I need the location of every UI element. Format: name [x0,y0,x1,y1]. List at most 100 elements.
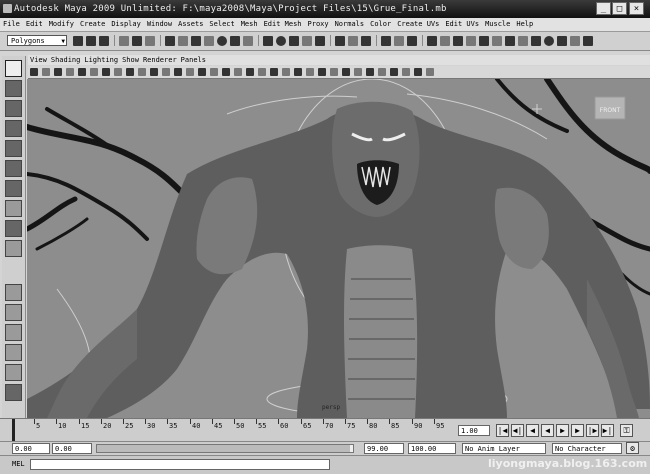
pick-joint-icon[interactable] [178,36,188,46]
pick-dynamics-icon[interactable] [230,36,240,46]
bookmark-icon[interactable] [54,68,62,76]
menu-select[interactable]: Select [206,20,237,28]
textured-icon[interactable] [198,68,206,76]
menu-help[interactable]: Help [513,20,536,28]
pick-surface-icon[interactable] [204,36,214,46]
make-live-icon[interactable] [315,36,325,46]
select-component-icon[interactable] [145,36,155,46]
render-settings-icon[interactable] [407,36,417,46]
ambient-occlusion-icon[interactable] [318,68,326,76]
scale-tool-icon[interactable] [5,160,22,177]
depth-of-field-icon[interactable] [354,68,362,76]
panel-layout-icon[interactable] [466,36,476,46]
snap-view-plane-icon[interactable] [302,36,312,46]
shadows-icon[interactable] [222,68,230,76]
history-icon[interactable] [335,36,345,46]
maximize-button[interactable]: □ [612,2,627,15]
layout-toggle-icon[interactable] [426,68,434,76]
single-perspective-layout-icon[interactable] [5,284,22,301]
layer-editor-icon[interactable] [557,36,567,46]
soft-modification-tool-icon[interactable] [5,200,22,217]
range-slider[interactable] [96,444,354,453]
menu-edit-uvs[interactable]: Edit UVs [442,20,482,28]
universal-manipulator-icon[interactable] [5,180,22,197]
play-forwards-button[interactable]: ▶ [556,424,569,437]
hypershade-layout-icon[interactable] [5,364,22,381]
render-view-icon[interactable] [583,36,593,46]
input-output-icon[interactable] [348,36,358,46]
command-input[interactable] [30,459,330,470]
menu-file[interactable]: File [0,20,23,28]
default-material-icon[interactable] [306,68,314,76]
playback-start-field[interactable]: 0.00 [52,443,92,454]
resolution-gate-icon[interactable] [102,68,110,76]
view-transform-icon[interactable] [414,68,422,76]
select-hierarchy-icon[interactable] [119,36,129,46]
smooth-shade-icon[interactable] [174,68,182,76]
open-scene-icon[interactable] [86,36,96,46]
two-sided-lighting-icon[interactable] [378,68,386,76]
pick-handle-icon[interactable] [165,36,175,46]
menu-create[interactable]: Create [77,20,108,28]
four-view-layout-icon[interactable] [5,304,22,321]
last-used-tool-icon[interactable] [5,240,22,257]
key-icon[interactable]: ⚿ [620,424,633,437]
playback-end-field[interactable]: 99.00 [364,443,404,454]
paint-effects-icon[interactable] [570,36,580,46]
construction-history-icon[interactable] [361,36,371,46]
select-object-icon[interactable] [132,36,142,46]
menu-modify[interactable]: Modify [46,20,77,28]
selection-highlight-icon[interactable] [402,68,410,76]
motion-blur-icon[interactable] [342,68,350,76]
minimize-button[interactable]: _ [596,2,611,15]
show-manipulator-icon[interactable] [5,220,22,237]
step-back-key-button[interactable]: ◀| [511,424,524,437]
viewport-menu-panels[interactable]: Panels [179,56,208,64]
snap-grid-icon[interactable] [263,36,273,46]
go-to-end-button[interactable]: ▶| [601,424,614,437]
uv-editor-icon[interactable] [518,36,528,46]
menu-window[interactable]: Window [144,20,175,28]
backface-culling-icon[interactable] [294,68,302,76]
menu-assets[interactable]: Assets [175,20,206,28]
select-tool-icon[interactable] [5,60,22,77]
menu-edit[interactable]: Edit [23,20,46,28]
play-backwards-button[interactable]: ◀ [541,424,554,437]
new-scene-icon[interactable] [73,36,83,46]
go-to-start-button[interactable]: |◀ [496,424,509,437]
lasso-tool-icon[interactable] [5,80,22,97]
rotate-tool-icon[interactable] [5,140,22,157]
camera-gate-icon[interactable] [366,68,374,76]
menu-muscle[interactable]: Muscle [482,20,513,28]
snap-curve-icon[interactable] [276,36,286,46]
pick-curve-icon[interactable] [191,36,201,46]
pick-deformer-icon[interactable] [217,36,227,46]
menu-create-uvs[interactable]: Create UVs [394,20,442,28]
hypershade-icon[interactable] [492,36,502,46]
anim-layer-dropdown[interactable]: No Anim Layer [462,443,546,454]
xray-icon[interactable] [234,68,242,76]
paint-select-tool-icon[interactable] [5,100,22,117]
multi-sample-icon[interactable] [330,68,338,76]
custom-layout-icon[interactable] [5,384,22,401]
menu-mesh[interactable]: Mesh [238,20,261,28]
current-time-indicator[interactable] [12,419,15,441]
viewport-menu-shading[interactable]: Shading [49,56,83,64]
viewport-menu-lighting[interactable]: Lighting [82,56,120,64]
perspective-viewport[interactable]: FRONT persp [27,79,650,418]
safe-title-icon[interactable] [150,68,158,76]
step-back-frame-button[interactable]: ◀ [526,424,539,437]
flat-lighting-icon[interactable] [390,68,398,76]
show-hide-channel-box-icon[interactable] [453,36,463,46]
current-frame-field[interactable]: 1.00 [458,425,490,436]
wireframe-icon[interactable] [162,68,170,76]
use-all-lights-icon[interactable] [210,68,218,76]
grid-icon[interactable] [78,68,86,76]
step-forward-key-button[interactable]: |▶ [586,424,599,437]
viewport-menu-show[interactable]: Show [120,56,141,64]
pick-render-icon[interactable] [243,36,253,46]
move-tool-icon[interactable] [5,120,22,137]
gate-mask-icon[interactable] [114,68,122,76]
camera-attributes-icon[interactable] [42,68,50,76]
script-editor-icon[interactable] [531,36,541,46]
